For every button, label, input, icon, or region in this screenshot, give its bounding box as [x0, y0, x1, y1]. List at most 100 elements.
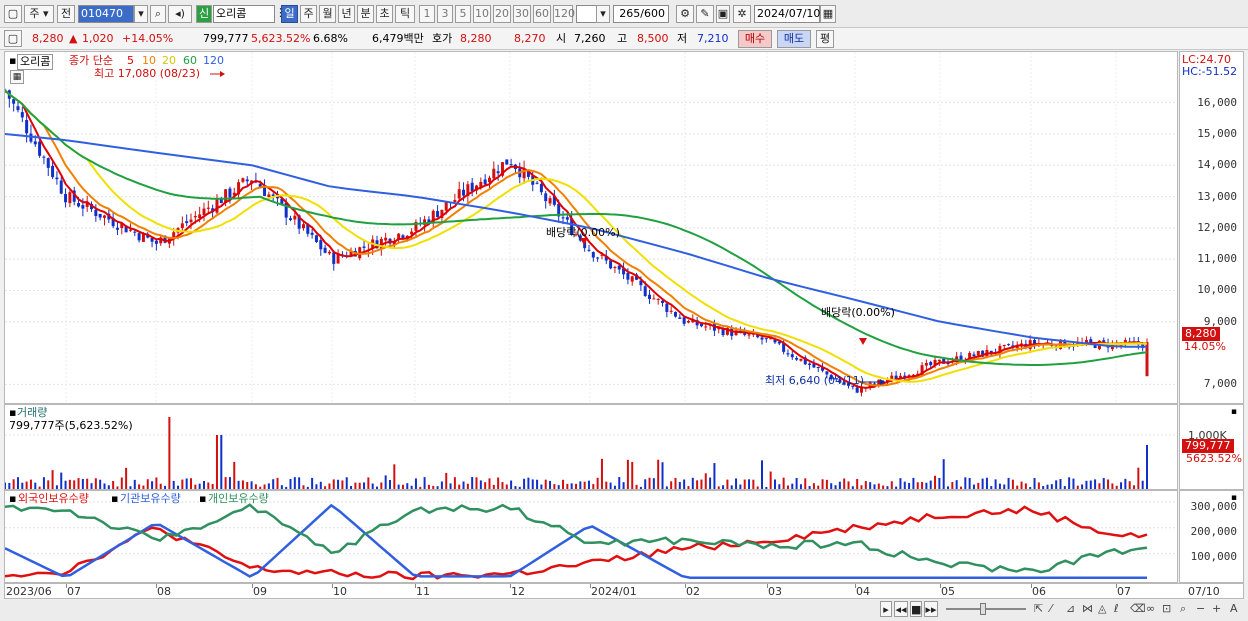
tab-minute[interactable]: 분: [357, 5, 374, 23]
sell-button[interactable]: 매도: [777, 30, 811, 48]
volume-bar: [354, 482, 357, 489]
candle-body: [20, 112, 24, 118]
holdings-panel[interactable]: ▪ 외국인보유수량 ▪ 기관보유수량 ▪ 개인보유수량: [4, 490, 1178, 583]
candle-body: [115, 227, 119, 230]
volume-y-axis[interactable]: ▪ 1,000K 799,777 5623.52%: [1179, 404, 1244, 490]
period-mode-select[interactable]: 주 ▾: [24, 5, 54, 23]
volume-close-icon[interactable]: ▪: [1231, 405, 1237, 419]
price-y-axis[interactable]: LC:24.70 HC:-51.52 16,000 15,000 14,000 13,…: [1179, 51, 1244, 404]
tab-day[interactable]: 일: [281, 5, 298, 23]
search-icon[interactable]: ⌕: [150, 5, 166, 23]
volume-bar: [752, 479, 755, 489]
sound-icon[interactable]: ◂): [168, 5, 192, 23]
volume-bar: [929, 480, 932, 489]
preset-10[interactable]: 10: [473, 5, 491, 23]
candle-body: [154, 240, 158, 244]
volume-bar: [133, 479, 136, 489]
candle-body: [241, 178, 245, 182]
preset-20[interactable]: 20: [493, 5, 511, 23]
candle-body: [686, 321, 690, 323]
ma60-label: 60: [183, 54, 197, 67]
stop-icon[interactable]: ■: [910, 601, 922, 617]
tab-second[interactable]: 초: [376, 5, 393, 23]
tab-year[interactable]: 년: [338, 5, 355, 23]
volume-bar: [895, 486, 898, 489]
candle-body: [505, 159, 509, 165]
volume-bar: [812, 483, 815, 489]
compare-button[interactable]: 전: [57, 5, 75, 23]
x-axis-tick: [252, 584, 253, 588]
zoom-slider-handle[interactable]: [980, 603, 986, 615]
volume-bar: [657, 459, 660, 489]
volume-chart[interactable]: [5, 405, 1177, 489]
calendar-icon[interactable]: ▦: [820, 5, 836, 23]
volume-bar: [492, 484, 495, 489]
zoom-in-icon[interactable]: +: [1212, 602, 1221, 616]
save-icon[interactable]: ▣: [716, 5, 730, 23]
quote-panel-icon[interactable]: ▢: [4, 30, 22, 47]
volume-bar: [280, 485, 283, 489]
link-tool-icon[interactable]: ∞: [1146, 602, 1155, 616]
code-dropdown-icon[interactable]: ▾: [134, 5, 148, 23]
window-menu-icon[interactable]: ▢: [4, 5, 22, 23]
preset-60[interactable]: 60: [533, 5, 551, 23]
text-tool-icon[interactable]: ℓ: [1114, 602, 1119, 616]
grid-toggle-icon[interactable]: ▦: [10, 70, 24, 84]
holdings-y-axis[interactable]: ▪ 300,000 200,000 100,000: [1179, 490, 1244, 583]
preset-5[interactable]: 5: [455, 5, 471, 23]
preset-3[interactable]: 3: [437, 5, 453, 23]
preset-30[interactable]: 30: [513, 5, 531, 23]
rewind-icon[interactable]: ◂◂: [894, 601, 908, 617]
candle-body: [790, 354, 794, 358]
x-axis[interactable]: 2023/06 07 08 09 10 11 12 2024/01 02 03 04 05 06 07 0…: [4, 583, 1244, 599]
trend-tool-icon[interactable]: ⁄: [1050, 602, 1052, 616]
date-field[interactable]: 2024/07/10: [754, 5, 820, 23]
drawing-tool-icon[interactable]: ✎: [696, 5, 714, 23]
indicator-icon[interactable]: ⚙: [676, 5, 694, 23]
volume-bar: [1107, 479, 1110, 489]
font-size-icon[interactable]: A: [1230, 602, 1238, 616]
tab-week[interactable]: 주: [300, 5, 317, 23]
tab-tick[interactable]: 틱: [395, 5, 415, 23]
buy-button[interactable]: 매수: [738, 30, 772, 48]
candle-body: [492, 168, 496, 179]
settings-gear-icon[interactable]: ✲: [733, 5, 751, 23]
volume-panel[interactable]: ▪ 거래량 799,777주(5,623.52%): [4, 404, 1178, 490]
holdings-chart[interactable]: [5, 491, 1177, 582]
x-axis-tick: [590, 584, 591, 588]
shape-tool-icon[interactable]: ◬: [1098, 602, 1106, 616]
candle-body: [596, 257, 600, 259]
price-panel[interactable]: ▪ 오리콤 종가 단순 5 10 20 60 120 ▦ 최고 17,080 (…: [4, 51, 1178, 404]
current-price-tag: 8,280: [1182, 327, 1220, 341]
tab-month[interactable]: 월: [319, 5, 336, 23]
data-count-field[interactable]: 265/600: [613, 5, 669, 23]
candle-body: [215, 199, 219, 213]
preset-1[interactable]: 1: [419, 5, 435, 23]
candle-body: [1102, 340, 1106, 342]
stock-code-input[interactable]: 010470: [78, 5, 134, 23]
lock-tool-icon[interactable]: ⊡: [1162, 602, 1171, 616]
eval-button[interactable]: 평: [816, 30, 834, 48]
x-axis-tick: [685, 584, 686, 588]
volume-bar: [544, 479, 547, 489]
zoom-out-icon[interactable]: −: [1196, 602, 1205, 616]
zoom-search-icon[interactable]: ⌕: [1180, 602, 1186, 616]
erase-tool-icon[interactable]: ⌫: [1130, 602, 1146, 616]
fast-forward-icon[interactable]: ▸▸: [924, 601, 938, 617]
fib-tool-icon[interactable]: ⋈: [1082, 602, 1093, 616]
preset-120[interactable]: 120: [553, 5, 575, 23]
custom-period-dropdown-icon[interactable]: ▾: [596, 5, 610, 23]
measure-tool-icon[interactable]: ⊿: [1066, 602, 1075, 616]
scroll-right-icon[interactable]: ▸: [880, 601, 892, 617]
volume-bar: [951, 482, 954, 489]
crosshair-tool-icon[interactable]: ⇱: [1034, 602, 1043, 616]
volume-bar: [1141, 480, 1144, 489]
volume-bar: [276, 477, 279, 489]
zoom-slider-track[interactable]: [946, 608, 1026, 610]
candle-body: [401, 235, 405, 238]
candle-body: [648, 294, 652, 299]
panel-bullet-icon: ▪: [9, 54, 17, 67]
current-pct-tag: 14.05%: [1184, 340, 1226, 353]
legend-institution: 기관보유수량: [120, 492, 181, 505]
stock-name-field[interactable]: 오리콤: [213, 5, 275, 23]
